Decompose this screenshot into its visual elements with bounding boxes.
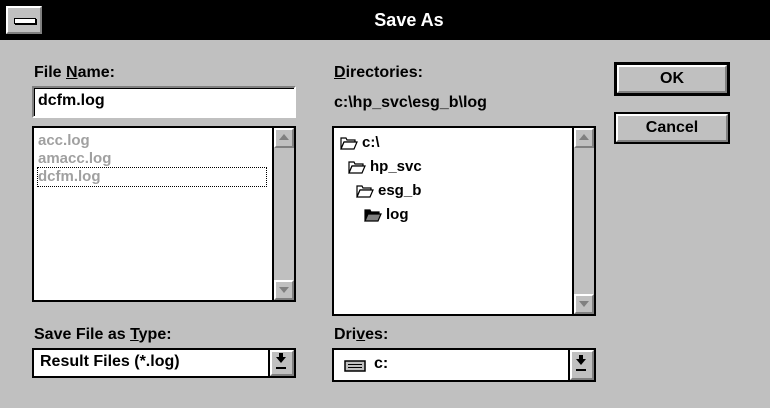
scroll-up-button[interactable] <box>574 128 594 148</box>
system-menu-icon[interactable] <box>6 6 42 34</box>
scroll-up-button[interactable] <box>274 128 294 148</box>
file-name-label: File Name: <box>34 64 115 81</box>
open-folder-selected-icon <box>364 209 382 222</box>
current-directory-path: c:\hp_svc\esg_b\log <box>334 94 487 111</box>
window-title: Save As <box>374 10 444 30</box>
directories-label: Directories: <box>334 64 423 81</box>
ok-button[interactable]: OK <box>614 62 730 96</box>
list-item[interactable]: amacc.log <box>38 150 111 168</box>
save-type-label: Save File as Type: <box>34 326 172 343</box>
directory-item[interactable]: hp_svc <box>370 158 422 176</box>
file-list[interactable]: acc.log amacc.log dcfm.log <box>32 126 296 302</box>
directory-item[interactable]: c:\ <box>362 134 380 152</box>
save-type-value: Result Files (*.log) <box>40 353 180 370</box>
open-folder-icon <box>356 185 374 198</box>
dropdown-arrow-button[interactable] <box>268 350 294 376</box>
scroll-down-button[interactable] <box>574 294 594 314</box>
file-name-value: dcfm.log <box>38 92 105 109</box>
drive-value: c: <box>374 355 389 372</box>
directory-scrollbar[interactable] <box>572 128 594 314</box>
list-item[interactable]: acc.log <box>38 132 90 150</box>
drive-icon <box>344 360 366 372</box>
open-folder-icon <box>348 161 366 174</box>
drives-label: Drives: <box>334 326 389 343</box>
directory-item[interactable]: esg_b <box>378 182 421 200</box>
list-item-selected[interactable]: dcfm.log <box>37 167 267 187</box>
open-folder-icon <box>340 137 358 150</box>
file-name-input[interactable]: dcfm.log <box>32 86 296 118</box>
directory-item-selected[interactable]: log <box>386 206 409 224</box>
file-list-scrollbar[interactable] <box>272 128 294 300</box>
drives-dropdown[interactable]: c: <box>332 348 596 382</box>
scroll-down-button[interactable] <box>274 280 294 300</box>
directory-tree[interactable]: c:\ hp_svc esg_b log <box>332 126 596 316</box>
save-type-dropdown[interactable]: Result Files (*.log) <box>32 348 296 378</box>
dropdown-arrow-button[interactable] <box>568 350 594 380</box>
cancel-button[interactable]: Cancel <box>614 112 730 144</box>
